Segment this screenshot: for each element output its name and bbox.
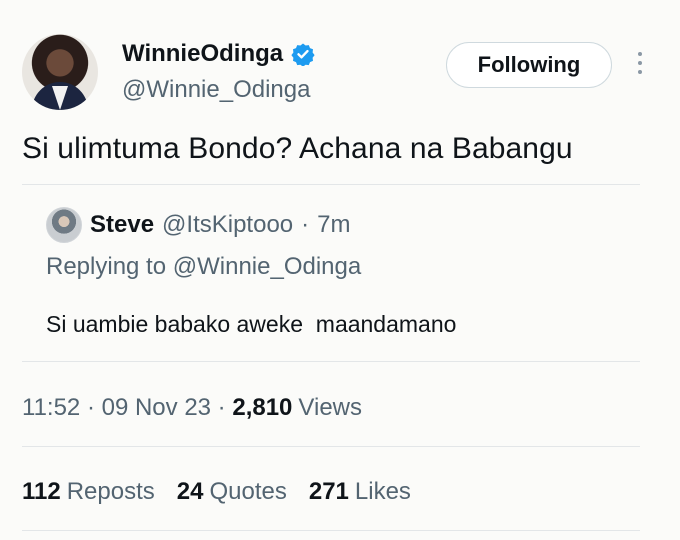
following-button[interactable]: Following xyxy=(446,42,612,88)
replying-to: Replying to @Winnie_Odinga xyxy=(46,253,361,281)
likes-stat[interactable]: 271 Likes xyxy=(309,478,411,506)
divider xyxy=(22,530,640,531)
tweet-date[interactable]: 09 Nov 23 xyxy=(102,394,211,422)
meta-separator: · xyxy=(211,394,233,421)
more-vertical-icon[interactable] xyxy=(634,52,646,82)
author-name-row: WinnieOdinga xyxy=(122,40,315,68)
tweet-meta: 11:52 · 09 Nov 23 · 2,810 Views xyxy=(22,394,362,422)
reposts-stat[interactable]: 112 Reposts xyxy=(22,478,155,506)
quoted-author-name[interactable]: Steve xyxy=(90,211,154,239)
quoted-tweet[interactable]: Steve @ItsKiptooo · 7m Replying to @Winn… xyxy=(22,184,640,362)
reposts-label: Reposts xyxy=(66,478,155,505)
quoted-author-avatar[interactable] xyxy=(46,207,82,243)
divider xyxy=(22,446,640,447)
quotes-label: Quotes xyxy=(209,478,287,505)
views-count: 2,810 xyxy=(232,394,293,421)
author-handle[interactable]: @Winnie_Odinga xyxy=(122,76,310,104)
likes-count: 271 xyxy=(308,478,349,505)
author-avatar[interactable] xyxy=(22,34,98,110)
replying-prefix: Replying to xyxy=(46,253,167,280)
quoted-timestamp[interactable]: 7m xyxy=(317,211,350,239)
verified-badge-icon xyxy=(291,43,315,66)
quoted-separator: · xyxy=(301,211,310,238)
more-dot xyxy=(638,61,642,65)
quoted-tweet-header: Steve @ItsKiptooo · 7m xyxy=(46,207,351,243)
more-dot xyxy=(638,70,642,74)
quoted-author-handle[interactable]: @ItsKiptooo xyxy=(162,211,293,239)
tweet-text: Si ulimtuma Bondo? Achana na Babangu xyxy=(22,132,573,165)
tweet-header: WinnieOdinga @Winnie_Odinga Following xyxy=(22,32,662,112)
likes-label: Likes xyxy=(354,478,411,505)
meta-separator: · xyxy=(80,394,102,421)
more-dot xyxy=(638,52,642,56)
engagement-stats: 112 Reposts 24 Quotes 271 Likes xyxy=(22,478,411,506)
replying-mention-link[interactable]: @Winnie_Odinga xyxy=(173,253,361,280)
quoted-tweet-text: Si uambie babako aweke maandamano xyxy=(46,311,457,337)
reposts-count: 112 xyxy=(22,478,61,505)
quotes-stat[interactable]: 24 Quotes xyxy=(177,478,287,506)
quotes-count: 24 xyxy=(176,478,204,505)
views-label: Views xyxy=(298,394,362,421)
tweet-time[interactable]: 11:52 xyxy=(22,394,80,422)
author-display-name[interactable]: WinnieOdinga xyxy=(122,40,283,68)
